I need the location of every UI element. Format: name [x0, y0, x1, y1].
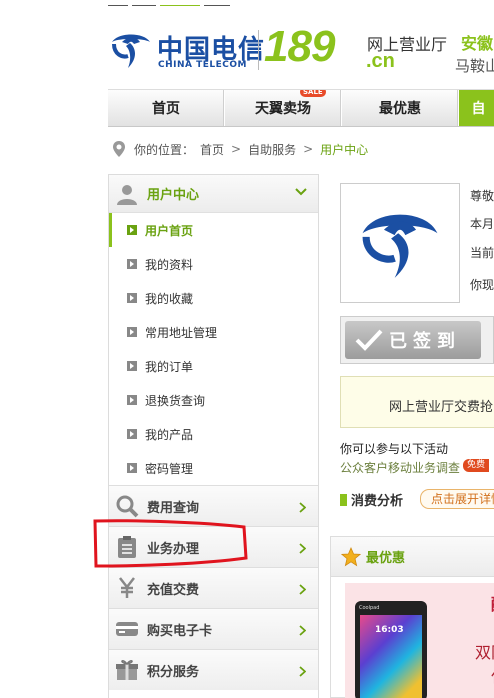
sidebar-item-orders[interactable]: 我的订单 [109, 349, 318, 383]
greeting-text: 尊敬 [470, 189, 494, 203]
nav-self-service-label: 自 [471, 101, 486, 117]
top-strip [108, 0, 288, 6]
bullet-arrow-icon [127, 395, 137, 405]
avatar [340, 183, 460, 303]
nav-home-label: 首页 [152, 101, 180, 117]
month-text: 本月 [470, 217, 494, 231]
notice-text: 网上营业厅交费抢 [389, 400, 494, 415]
sidebar-section-points[interactable]: 积分服务 [109, 649, 318, 690]
sidebar-item-label: 我的资料 [145, 257, 194, 272]
nav-best-deals-label: 最优惠 [379, 101, 421, 117]
sale-badge: SALE [300, 90, 326, 97]
sidebar-item-my-profile[interactable]: 我的资料 [109, 247, 318, 281]
phone-image: Coolpad 16:03 [355, 601, 427, 698]
bullet-arrow-icon [127, 463, 137, 473]
highlight-annotation [93, 519, 248, 568]
breadcrumb-separator: > [231, 142, 242, 156]
promo-banner[interactable]: Coolpad 16:03 酷 双网 仅 [345, 583, 494, 698]
sidebar-item-returns[interactable]: 退换货查询 [109, 383, 318, 417]
nav-best-deals[interactable]: 最优惠 [342, 90, 459, 126]
sidebar: 用户中心 用户首页 我的资料 我的收藏 常用地址管理 我的订单 退换货查询 我的… [108, 174, 319, 698]
brand-name-en: CHINA TELECOM [158, 60, 247, 70]
sidebar-item-user-home[interactable]: 用户首页 [109, 213, 318, 247]
sidebar-item-label: 我的产品 [145, 427, 194, 442]
chevron-right-icon [299, 625, 306, 636]
consumption-analysis: 消费分析 [340, 490, 403, 509]
magnifier-icon [116, 495, 139, 518]
signed-in-label: 已签到 [389, 331, 461, 352]
chevron-right-icon [299, 502, 306, 513]
expand-details-button[interactable]: 点击展开详情 [420, 489, 494, 509]
chevron-down-icon [295, 188, 307, 196]
yuan-icon [119, 577, 135, 598]
notice-banner[interactable]: 网上营业厅交费抢 [340, 376, 494, 428]
sidebar-item-products[interactable]: 我的产品 [109, 417, 318, 451]
bullet-arrow-icon [127, 225, 137, 235]
hall-title: 网上营业厅 [367, 35, 448, 54]
star-icon [341, 546, 361, 566]
main-nav: 首页 天翼卖场 SALE 最优惠 自 [108, 89, 494, 127]
best-deals-title: 最优惠 [366, 551, 406, 566]
section-label: 购买电子卡 [147, 623, 213, 639]
sidebar-section-e-card[interactable]: 购买电子卡 [109, 608, 318, 649]
sidebar-item-addresses[interactable]: 常用地址管理 [109, 315, 318, 349]
breadcrumb-prefix: 你的位置： [134, 142, 195, 157]
sidebar-section-recharge[interactable]: 充值交费 [109, 567, 318, 608]
breadcrumb: 你的位置： 首页 > 自助服务 > 用户中心 [112, 139, 368, 159]
sidebar-item-label: 用户首页 [145, 223, 194, 238]
section-marker [340, 493, 347, 506]
breadcrumb-self-service[interactable]: 自助服务 [248, 141, 296, 158]
nav-tianyi-mall[interactable]: 天翼卖场 SALE [225, 90, 342, 126]
breadcrumb-separator: > [303, 142, 314, 156]
gift-icon [116, 660, 138, 680]
nav-home[interactable]: 首页 [108, 90, 225, 126]
phone-brand: Coolpad [359, 605, 380, 611]
sidebar-item-label: 我的订单 [145, 359, 194, 374]
sidebar-head-label: 用户中心 [147, 188, 200, 203]
sidebar-item-label: 我的收藏 [145, 291, 194, 306]
best-deals-header: 最优惠 [331, 537, 494, 577]
bullet-arrow-icon [127, 327, 137, 337]
phone-time: 16:03 [375, 625, 404, 635]
sidebar-item-label: 退换货查询 [145, 393, 206, 408]
section-label: 充值交费 [147, 582, 200, 598]
you-now-text: 你现 [470, 278, 494, 292]
breadcrumb-current: 用户中心 [320, 142, 369, 157]
bullet-arrow-icon [127, 259, 137, 269]
card-icon [116, 622, 138, 636]
section-label: 积分服务 [147, 664, 200, 680]
chevron-right-icon [299, 666, 306, 677]
china-telecom-logo-icon[interactable] [108, 30, 154, 70]
sidebar-head-user-center[interactable]: 用户中心 [109, 175, 318, 213]
bullet-arrow-icon [127, 361, 137, 371]
nav-tianyi-mall-label: 天翼卖场 [255, 101, 311, 117]
best-deals-panel: 最优惠 Coolpad 16:03 酷 双网 仅 [330, 536, 494, 698]
bullet-arrow-icon [127, 293, 137, 303]
nav-self-service[interactable]: 自 [459, 90, 494, 126]
signed-in-button[interactable]: 已签到 [340, 316, 494, 364]
chevron-right-icon [299, 543, 306, 554]
city-label[interactable]: 马鞍山 [455, 55, 494, 76]
checkmark-icon [355, 329, 383, 351]
consumption-label: 消费分析 [351, 494, 404, 509]
logo-189[interactable]: 189 [264, 22, 335, 72]
breadcrumb-home[interactable]: 首页 [200, 141, 224, 158]
location-pin-icon [113, 141, 125, 157]
sidebar-item-favorites[interactable]: 我的收藏 [109, 281, 318, 315]
province-label[interactable]: 安徽 [461, 30, 493, 54]
brand-divider [258, 30, 259, 70]
chevron-right-icon [299, 584, 306, 595]
free-badge: 免费 [463, 459, 490, 472]
sidebar-item-label: 常用地址管理 [145, 325, 218, 340]
user-icon [117, 184, 137, 205]
section-label: 费用查询 [147, 500, 200, 516]
current-text: 当前 [470, 246, 494, 260]
bullet-arrow-icon [127, 429, 137, 439]
china-telecom-avatar-icon [362, 214, 438, 278]
sidebar-item-label: 密码管理 [145, 461, 194, 476]
activities-title: 你可以参与以下活动 [340, 442, 449, 456]
survey-link[interactable]: 公众客户移动业务调查 [340, 459, 460, 476]
promo-text-2: 双网 [475, 643, 494, 662]
sidebar-item-password[interactable]: 密码管理 [109, 451, 318, 485]
